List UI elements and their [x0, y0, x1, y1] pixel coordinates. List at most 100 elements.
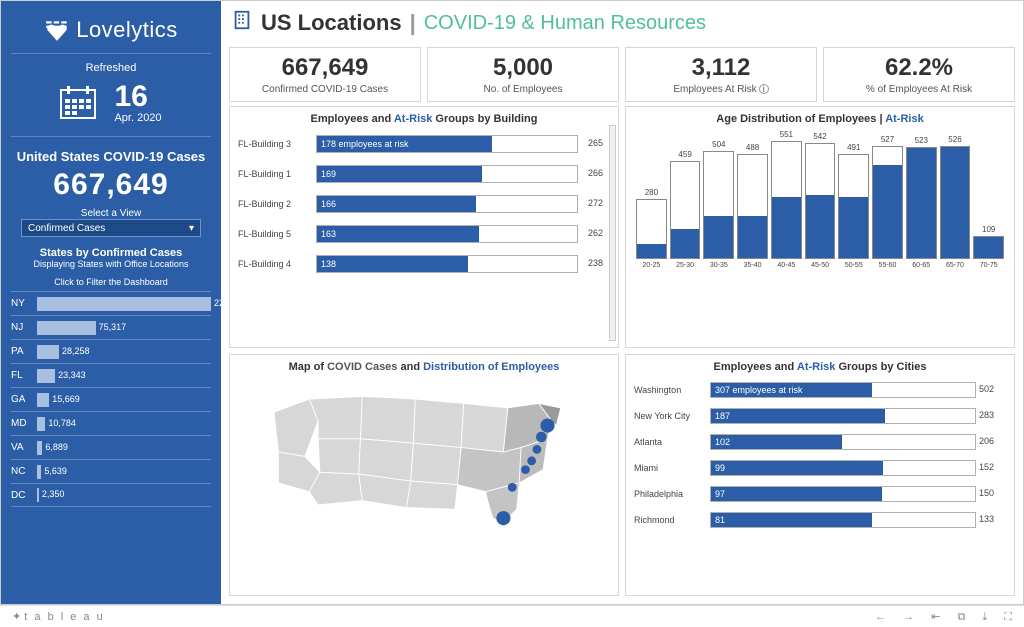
city-total-label: 133 [979, 514, 994, 524]
age-x-label: 55-60 [879, 262, 897, 269]
building-row[interactable]: FL-Building 4138238 [238, 249, 578, 279]
select-view-dropdown[interactable]: Confirmed Cases ▾ [21, 219, 201, 237]
city-row[interactable]: New York City 187283 [634, 403, 976, 429]
calendar-icon [60, 85, 96, 119]
buildings-bar-chart[interactable]: FL-Building 3178 employees at risk265FL-… [238, 129, 610, 279]
age-total-label: 459 [678, 150, 691, 159]
city-total-label: 152 [979, 462, 994, 472]
city-row[interactable]: Atlanta102206 [634, 429, 976, 455]
city-label: Philadelphia [634, 489, 704, 499]
city-total-bar: 187283 [710, 408, 976, 424]
revert-icon[interactable]: ⇤ [931, 611, 940, 623]
city-risk-bar: 81 [711, 513, 872, 527]
footer-controls: ← → ⇤ ⧉ ⤓ ⛶ [861, 610, 1012, 624]
share-icon[interactable]: ⧉ [957, 611, 965, 623]
state-row[interactable]: FL23,343 [11, 363, 211, 387]
building-risk-bar: 138 [317, 256, 468, 272]
info-icon[interactable]: i [759, 84, 769, 94]
city-row[interactable]: Miami99152 [634, 455, 976, 481]
city-total-bar: 97150 [710, 486, 976, 502]
card-age-title: Age Distribution of Employees | At-Risk [634, 113, 1006, 125]
age-total-label: 504 [712, 140, 725, 149]
age-col[interactable]: 52665-70 [940, 135, 971, 269]
heart-bars-icon [44, 17, 70, 43]
age-risk-fill [671, 229, 700, 258]
card-map: Map of COVID Cases and Distribution of E… [229, 354, 619, 596]
age-total-label: 491 [847, 143, 860, 152]
building-risk-bar: 163 [317, 226, 479, 242]
state-row[interactable]: NY223,691 [11, 291, 211, 315]
select-view-value: Confirmed Cases [28, 223, 105, 234]
building-label: FL-Building 1 [238, 169, 310, 179]
states-bar-chart[interactable]: NY223,691NJ75,317PA28,258FL23,343GA15,66… [11, 291, 211, 507]
fullscreen-icon[interactable]: ⛶ [1004, 611, 1012, 623]
state-row[interactable]: PA28,258 [11, 339, 211, 363]
age-risk-fill [738, 216, 767, 258]
city-total-label: 283 [979, 410, 994, 420]
kpi-label: % of Employees At Risk [828, 84, 1010, 95]
age-x-label: 30-35 [710, 262, 728, 269]
page-title-sep: | [410, 10, 416, 36]
refreshed-label: Refreshed [86, 62, 137, 74]
divider [11, 53, 211, 54]
city-row[interactable]: Richmond81133 [634, 507, 976, 533]
building-row[interactable]: FL-Building 3178 employees at risk265 [238, 129, 578, 159]
city-total-label: 206 [979, 436, 994, 446]
age-col[interactable]: 504 30-35 [703, 140, 734, 269]
age-col[interactable]: 48835-40 [737, 143, 768, 269]
scrollbar[interactable] [609, 125, 616, 341]
age-bar-chart[interactable]: 28020-2545925-30 504 30-35 48835-4055140-45… [634, 129, 1006, 269]
brand-text: Lovelytics [76, 17, 178, 43]
age-col[interactable]: 28020-25 [636, 188, 667, 269]
age-col[interactable]: 54245-50 [805, 132, 836, 269]
state-value: 23,343 [58, 370, 86, 380]
download-icon[interactable]: ⤓ [982, 611, 987, 623]
state-row[interactable]: MD10,784 [11, 411, 211, 435]
city-total-bar: 307 employees at risk502 [710, 382, 976, 398]
age-bar [670, 161, 701, 259]
state-row[interactable]: GA15,669 [11, 387, 211, 411]
age-bar [703, 151, 734, 259]
age-col[interactable]: 10970-75 [973, 225, 1004, 269]
cities-bar-chart[interactable]: Washington307 employees at risk502New Yo… [634, 377, 1006, 533]
state-row[interactable]: VA6,889 [11, 435, 211, 459]
age-bar [737, 154, 768, 259]
age-bar [940, 146, 971, 259]
age-col[interactable]: 55140-45 [771, 130, 802, 269]
card-age: Age Distribution of Employees | At-Risk … [625, 106, 1015, 348]
building-row[interactable]: FL-Building 5163262 [238, 219, 578, 249]
building-total-label: 266 [588, 168, 603, 178]
state-abbr: MD [11, 418, 33, 429]
chevron-down-icon: ▾ [189, 223, 194, 234]
state-row[interactable]: NC5,639 [11, 459, 211, 483]
us-map[interactable] [238, 377, 610, 527]
age-total-label: 526 [948, 135, 961, 144]
building-risk-bar: 178 employees at risk [317, 136, 492, 152]
state-row[interactable]: NJ75,317 [11, 315, 211, 339]
age-risk-fill [974, 237, 1003, 258]
city-label: New York City [634, 411, 704, 421]
age-bar [771, 141, 802, 259]
city-row[interactable]: Washington307 employees at risk502 [634, 377, 976, 403]
age-col[interactable]: 52360-65 [906, 136, 937, 269]
city-risk-bar: 307 employees at risk [711, 383, 872, 397]
city-row[interactable]: Philadelphia 97150 [634, 481, 976, 507]
nav-back-icon[interactable]: ← [875, 611, 886, 623]
age-total-label: 488 [746, 143, 759, 152]
city-total-bar: 102206 [710, 434, 976, 450]
age-col[interactable]: 52755-60 [872, 135, 903, 269]
building-row[interactable]: FL-Building 1169266 [238, 159, 578, 189]
sidebar: Lovelytics Refreshed 16 Apr. 2020 United… [1, 1, 221, 604]
age-bar [973, 236, 1004, 259]
nav-forward-icon[interactable]: → [903, 611, 914, 623]
divider [11, 136, 211, 137]
building-row[interactable]: FL-Building 2166272 [238, 189, 578, 219]
state-abbr: DC [11, 490, 33, 501]
age-x-label: 70-75 [980, 262, 998, 269]
state-bar [37, 321, 96, 335]
state-bar [37, 393, 49, 407]
age-col[interactable]: 49150-55 [838, 143, 869, 269]
state-row[interactable]: DC2,350 [11, 483, 211, 507]
age-col[interactable]: 45925-30 [670, 150, 701, 269]
city-total-label: 502 [979, 384, 994, 394]
